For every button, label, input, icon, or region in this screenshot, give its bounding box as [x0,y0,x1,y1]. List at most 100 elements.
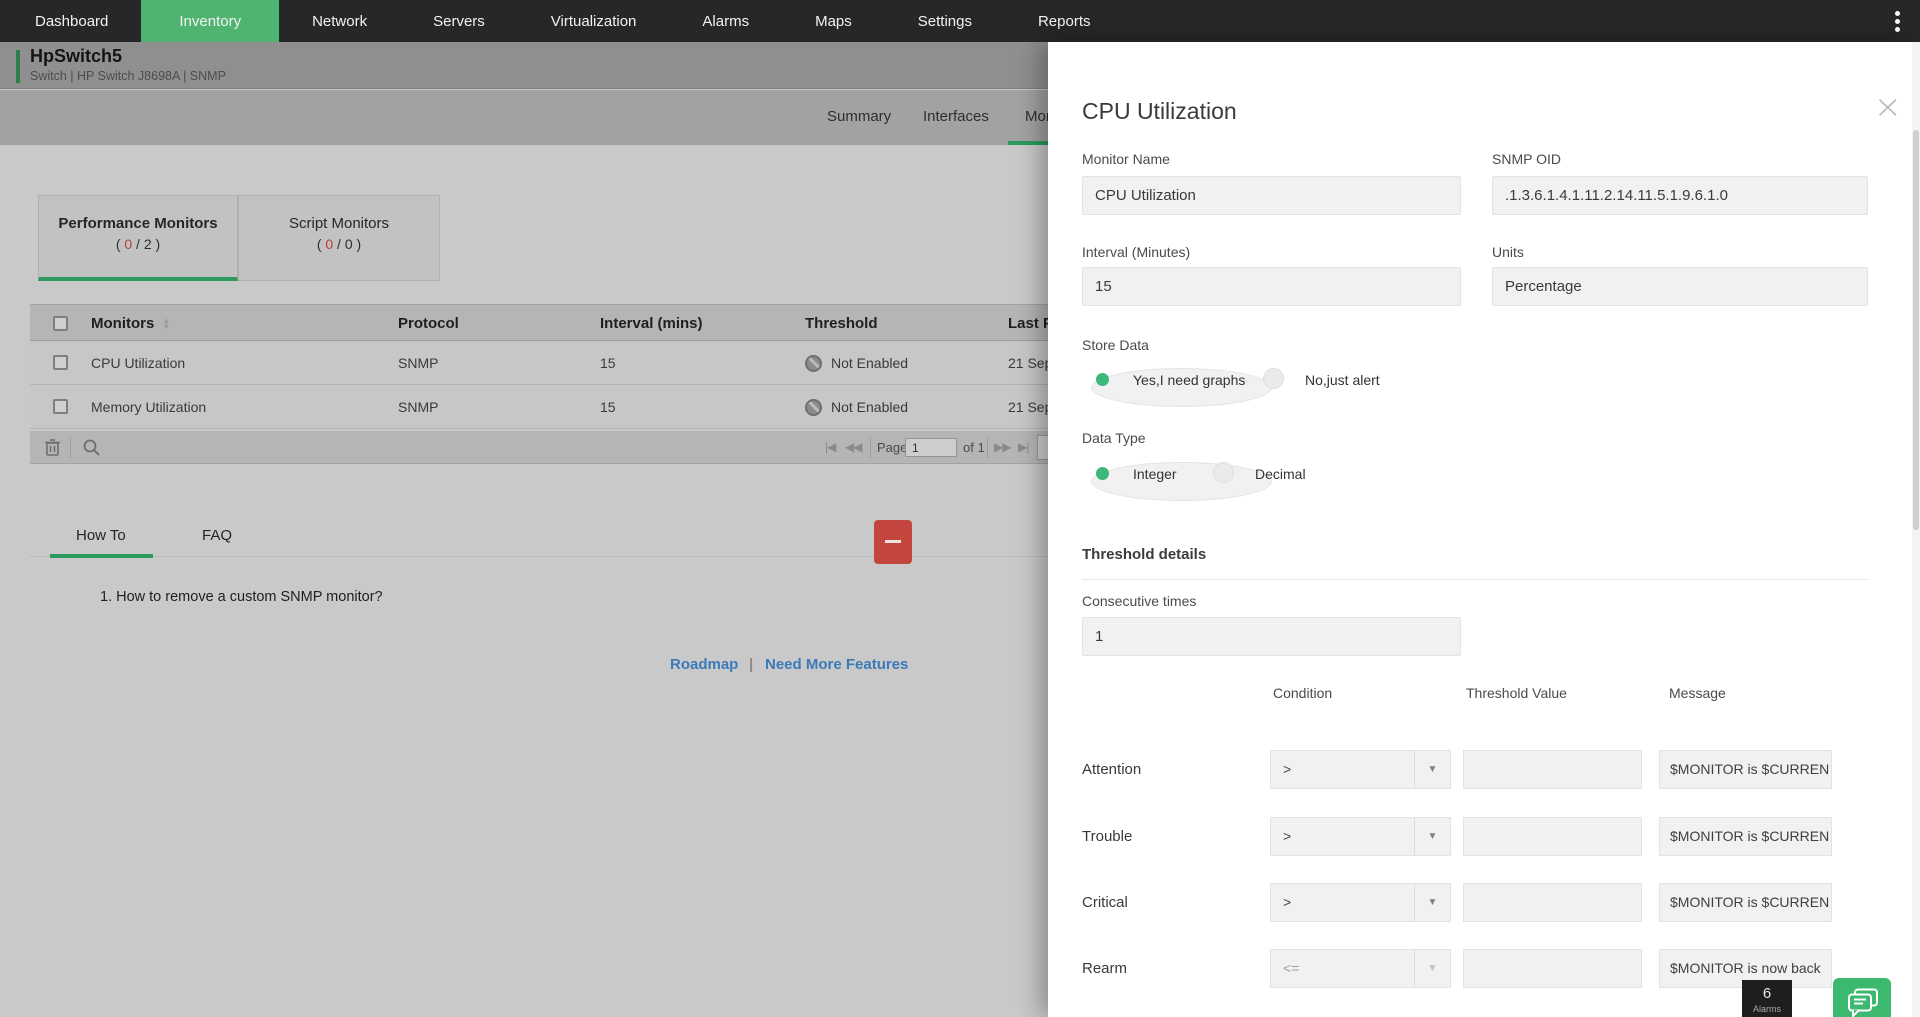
attention-threshold-value-field[interactable] [1463,750,1642,789]
tab-faq[interactable]: FAQ [202,527,232,544]
close-icon[interactable]: × [1874,91,1903,123]
page-number-input[interactable] [905,438,957,457]
store-data-label: Store Data [1082,337,1149,353]
tab-script-monitors[interactable]: Script Monitors ( 0 / 0 ) [238,195,440,281]
device-status-accent [16,50,20,83]
selected-condition: > [1283,894,1292,910]
next-page-icon[interactable]: ▶▶ [994,431,1011,464]
first-page-icon[interactable]: |◀ [825,431,836,464]
tab-interfaces[interactable]: Interfaces [923,108,989,125]
tab-how-to[interactable]: How To [76,527,126,544]
interval-label: Interval (Minutes) [1082,244,1191,260]
alarms-count-badge[interactable]: 6 Alarms [1742,980,1792,1017]
column-monitors[interactable]: Monitors ▲ ▼ [91,305,170,342]
app-window: Dashboard Inventory Network Servers Virt… [0,0,1920,1017]
page-label: Page [877,440,908,455]
collapse-help-button[interactable] [874,520,912,564]
roadmap-link[interactable]: Roadmap [670,656,738,673]
rearm-row-label: Rearm [1082,960,1128,977]
not-enabled-icon [805,355,822,372]
need-more-features-link[interactable]: Need More Features [765,656,908,673]
data-type-label: Data Type [1082,430,1146,446]
data-type-decimal-label[interactable]: Decimal [1255,466,1306,482]
units-label: Units [1492,244,1524,260]
monitor-name-label: Monitor Name [1082,151,1170,167]
table-toolbar: |◀ ◀◀ Page of 1 ▶▶ ▶| [30,431,1180,464]
trash-icon[interactable] [44,438,61,462]
interval-field[interactable] [1082,267,1461,306]
dropdown-arrow-icon: ▼ [1414,751,1450,788]
nav-item-reports[interactable]: Reports [1005,0,1124,42]
trouble-row-label: Trouble [1082,828,1133,845]
nav-item-alarms[interactable]: Alarms [669,0,782,42]
store-data-radio-no[interactable] [1263,368,1284,389]
nav-item-dashboard[interactable]: Dashboard [0,0,141,42]
monitor-name-cell[interactable]: CPU Utilization [91,341,185,385]
consecutive-times-field[interactable] [1082,617,1461,656]
last-polled-cell: 21 Sep [1008,355,1053,371]
threshold-details-heading: Threshold details [1082,546,1207,563]
protocol-cell: SNMP [398,355,439,371]
rearm-threshold-value-field[interactable] [1463,949,1642,988]
page-of-label: of 1 [963,440,985,455]
last-page-icon[interactable]: ▶| [1018,431,1029,464]
store-data-yes-label[interactable]: Yes,I need graphs [1133,372,1245,388]
tab-performance-monitors[interactable]: Performance Monitors ( 0 / 2 ) [38,195,238,281]
prev-page-icon[interactable]: ◀◀ [845,431,862,464]
snmp-oid-field[interactable] [1492,176,1868,215]
interval-cell: 15 [600,355,616,371]
consecutive-times-label: Consecutive times [1082,593,1197,609]
tab-summary[interactable]: Summary [827,108,891,125]
data-type-radio-integer[interactable] [1091,462,1272,501]
units-field[interactable] [1492,267,1868,306]
alarms-count: 6 [1762,985,1772,1002]
row-checkbox[interactable] [53,355,68,370]
nav-menu: Dashboard Inventory Network Servers Virt… [0,0,1920,42]
nav-item-settings[interactable]: Settings [885,0,1005,42]
alarms-label: Alarms [1752,1004,1781,1014]
panel-scrollbar-track [1912,42,1920,1017]
column-protocol: Protocol [398,315,459,332]
monitors-table: Monitors ▲ ▼ Protocol Interval (mins) Thre… [30,304,1180,429]
search-icon[interactable] [82,438,101,462]
trouble-message-field[interactable]: $MONITOR is $CURREN [1659,817,1832,856]
help-question-link[interactable]: 1. How to remove a custom SNMP monitor? [100,589,383,605]
kebab-menu-icon[interactable] [1888,8,1906,34]
table-row-memory-utilization[interactable]: Memory Utilization SNMP 15 Not Enabled 2… [30,385,1180,429]
nav-item-maps[interactable]: Maps [782,0,885,42]
trouble-threshold-value-field[interactable] [1463,817,1642,856]
monitor-type-tabs: Performance Monitors ( 0 / 2 ) Script Mo… [38,195,1098,281]
row-checkbox[interactable] [53,399,68,414]
trouble-condition-select[interactable]: > ▼ [1270,817,1451,856]
divider [1082,579,1868,580]
critical-threshold-value-field[interactable] [1463,883,1642,922]
table-row-cpu-utilization[interactable]: CPU Utilization SNMP 15 Not Enabled 21 S… [30,341,1180,385]
interval-cell: 15 [600,399,616,415]
monitor-name-cell[interactable]: Memory Utilization [91,385,206,429]
column-threshold: Threshold [805,315,878,332]
monitor-name-field[interactable] [1082,176,1461,215]
monitor-details-panel: CPU Utilization × Monitor Name SNMP OID … [1048,42,1920,1017]
chat-button[interactable] [1833,978,1891,1017]
data-type-radio-decimal[interactable] [1213,462,1234,483]
nav-item-network[interactable]: Network [279,0,400,42]
active-help-tab-underline [50,554,153,558]
nav-item-servers[interactable]: Servers [400,0,518,42]
select-all-checkbox[interactable] [53,316,68,331]
nav-item-inventory[interactable]: Inventory [141,0,280,42]
link-divider: | [749,656,754,673]
threshold-cell: Not Enabled [805,341,908,385]
panel-scrollbar-thumb[interactable] [1913,130,1919,530]
critical-condition-select[interactable]: > ▼ [1270,883,1451,922]
data-type-integer-label[interactable]: Integer [1133,466,1177,482]
not-enabled-icon [805,399,822,416]
attention-condition-select[interactable]: > ▼ [1270,750,1451,789]
tab-count: ( 0 / 0 ) [316,236,362,252]
rearm-condition-select: <= ▼ [1270,949,1451,988]
nav-item-virtualization[interactable]: Virtualization [518,0,670,42]
critical-message-field[interactable]: $MONITOR is $CURREN [1659,883,1832,922]
sort-icon[interactable]: ▲ ▼ [162,317,170,331]
dropdown-arrow-icon: ▼ [1414,818,1450,855]
store-data-no-label[interactable]: No,just alert [1305,372,1380,388]
attention-message-field[interactable]: $MONITOR is $CURREN [1659,750,1832,789]
